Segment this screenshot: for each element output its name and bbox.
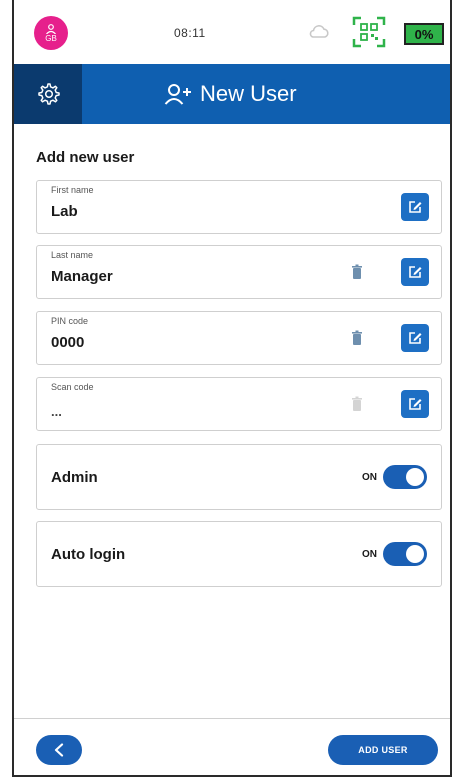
trash-icon[interactable] <box>351 330 363 346</box>
qr-scan-icon[interactable] <box>352 16 386 48</box>
edit-icon <box>409 332 422 344</box>
scan-code-field[interactable]: Scan code ... <box>36 377 442 431</box>
admin-toggle-row: Admin ON <box>36 444 442 510</box>
edit-icon <box>409 201 422 213</box>
back-button[interactable] <box>36 735 82 765</box>
clock: 08:11 <box>174 26 206 40</box>
first-name-field[interactable]: First name Lab <box>36 180 442 234</box>
edit-button[interactable] <box>401 258 429 286</box>
field-label: Scan code <box>51 382 94 392</box>
edit-button[interactable] <box>401 193 429 221</box>
back-chevron-icon <box>54 743 64 757</box>
cloud-icon <box>309 25 329 38</box>
app-frame: GB 08:11 0% New User Add new user First … <box>12 0 452 777</box>
battery-indicator: 0% <box>404 23 444 45</box>
add-user-button[interactable]: ADD USER <box>328 735 438 765</box>
field-label: PIN code <box>51 316 89 326</box>
field-value: Lab <box>51 203 78 220</box>
status-bar: GB 08:11 0% <box>14 0 450 64</box>
switch-knob <box>406 468 424 486</box>
field-label: First name <box>51 185 94 195</box>
user-badge-text: GB <box>45 33 57 43</box>
admin-toggle-switch[interactable] <box>383 465 427 489</box>
page-title: New User <box>200 81 297 106</box>
settings-button[interactable] <box>14 64 82 124</box>
header-bar: New User <box>14 64 450 124</box>
toggle-state: ON <box>362 549 377 560</box>
edit-button[interactable] <box>401 324 429 352</box>
footer-bar: ADD USER <box>14 718 450 775</box>
edit-icon <box>409 398 422 410</box>
switch-knob <box>406 545 424 563</box>
pin-code-field[interactable]: PIN code 0000 <box>36 311 442 365</box>
field-value: Manager <box>51 268 113 285</box>
trash-icon[interactable] <box>351 264 363 280</box>
auto-login-toggle-row: Auto login ON <box>36 521 442 587</box>
field-value: ... <box>51 404 62 419</box>
user-icon <box>46 23 56 34</box>
header-title-group: New User <box>164 64 297 124</box>
toggle-label: Admin <box>51 469 98 486</box>
last-name-field[interactable]: Last name Manager <box>36 245 442 299</box>
auto-login-toggle-switch[interactable] <box>383 542 427 566</box>
gear-icon <box>38 83 60 105</box>
section-title: Add new user <box>36 149 135 166</box>
user-badge[interactable]: GB <box>34 16 68 50</box>
field-label: Last name <box>51 250 94 260</box>
toggle-state: ON <box>362 472 377 483</box>
trash-icon <box>352 396 362 411</box>
field-value: 0000 <box>51 334 85 351</box>
add-user-icon <box>164 84 191 105</box>
toggle-label: Auto login <box>51 546 126 563</box>
edit-button[interactable] <box>401 390 429 418</box>
edit-icon <box>409 266 422 278</box>
